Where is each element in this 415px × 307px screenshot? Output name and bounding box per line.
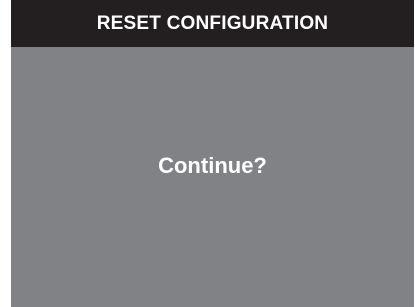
reset-configuration-screen: RESET CONFIGURATION Continue? <box>11 0 414 307</box>
title-bar: RESET CONFIGURATION <box>11 0 414 47</box>
continue-prompt: Continue? <box>158 153 267 178</box>
screen-title: RESET CONFIGURATION <box>96 13 329 34</box>
